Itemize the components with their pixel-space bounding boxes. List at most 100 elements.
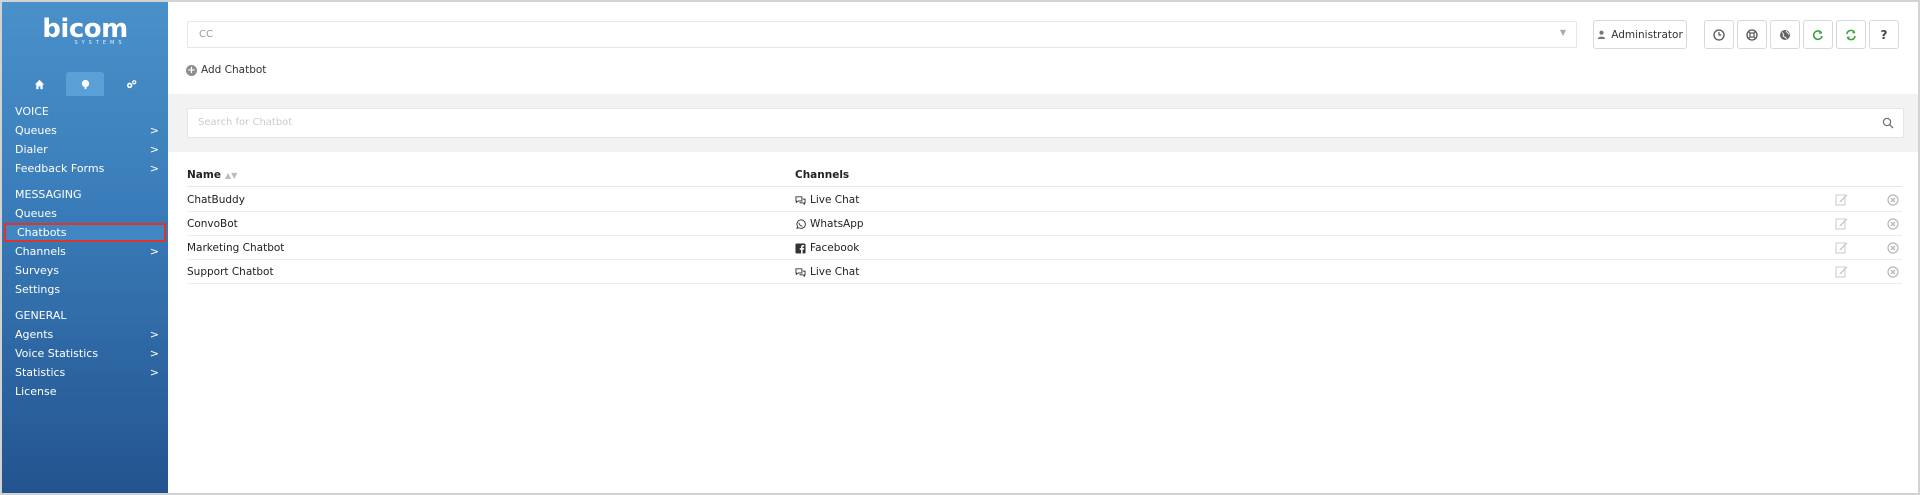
support-button[interactable]	[1737, 20, 1767, 49]
sidebar-item-label: Queues	[15, 207, 57, 220]
sidebar-item-voice-statistics[interactable]: Voice Statistics >	[2, 344, 168, 363]
sidebar-item-label: Feedback Forms	[15, 162, 105, 175]
facebook-icon	[795, 242, 806, 254]
chat-bubbles-icon	[795, 267, 806, 277]
column-name-label: Name	[187, 169, 221, 181]
tab-brain[interactable]	[66, 72, 104, 96]
chatbot-channel: Live Chat	[795, 194, 859, 206]
chatbot-name[interactable]: Support Chatbot	[187, 266, 274, 278]
chatbot-channel: WhatsApp	[795, 218, 864, 230]
logo-word: bicom	[42, 14, 128, 44]
chat-bubbles-icon	[795, 195, 806, 205]
table-row: Support Chatbot Live Chat	[187, 260, 1902, 284]
sidebar-item-statistics[interactable]: Statistics >	[2, 363, 168, 382]
delete-icon[interactable]	[1887, 218, 1899, 230]
edit-icon[interactable]	[1835, 265, 1848, 278]
table-header: Name ▲▼ Channels	[187, 167, 1902, 187]
sidebar: bicom SYSTEMS VOICE Queues > Dialer > Fe…	[2, 2, 168, 493]
user-icon	[1597, 30, 1606, 39]
delete-icon[interactable]	[1887, 242, 1899, 254]
chatbot-channel: Facebook	[795, 242, 859, 254]
logo: bicom SYSTEMS	[2, 16, 168, 46]
edit-icon[interactable]	[1835, 241, 1848, 254]
sidebar-item-label: Surveys	[15, 264, 59, 277]
sync-icon	[1846, 29, 1856, 40]
sidebar-item-chatbots[interactable]: Chatbots	[4, 223, 166, 242]
section-voice: VOICE	[15, 105, 49, 118]
language-button[interactable]	[1770, 20, 1800, 49]
chevron-right-icon: >	[149, 347, 159, 360]
chatbot-name[interactable]: Marketing Chatbot	[187, 242, 284, 254]
sidebar-item-label: Agents	[15, 328, 54, 341]
plus-circle-icon: +	[186, 64, 197, 76]
edit-icon[interactable]	[1835, 217, 1848, 230]
chevron-right-icon: >	[149, 328, 159, 341]
sidebar-item-label: Dialer	[15, 143, 48, 156]
sidebar-item-agents[interactable]: Agents >	[2, 325, 168, 344]
tab-settings[interactable]	[112, 72, 150, 96]
chatbot-channel: Live Chat	[795, 266, 859, 278]
search-band	[168, 94, 1918, 152]
channel-label: Live Chat	[810, 194, 860, 206]
chevron-right-icon: >	[149, 162, 159, 175]
brain-icon	[81, 79, 89, 89]
search-icon[interactable]	[1882, 117, 1894, 129]
channel-label: Facebook	[810, 242, 860, 254]
user-menu-label: Administrator	[1611, 28, 1683, 41]
sidebar-item-license[interactable]: License	[2, 382, 168, 401]
globe-icon	[1780, 29, 1790, 40]
user-menu-button[interactable]: Administrator	[1593, 20, 1687, 49]
home-icon	[34, 79, 44, 89]
clock-button[interactable]	[1704, 20, 1734, 49]
sidebar-item-label: Channels	[15, 245, 66, 258]
sidebar-item-label: Chatbots	[17, 226, 67, 239]
sidebar-nav: VOICE Queues > Dialer > Feedback Forms >…	[2, 102, 168, 401]
sidebar-item-messaging-queues[interactable]: Queues	[2, 204, 168, 223]
channel-label: WhatsApp	[810, 218, 864, 230]
sidebar-item-label: Statistics	[15, 366, 66, 379]
chevron-right-icon: >	[149, 366, 159, 379]
sidebar-tabs	[20, 72, 150, 96]
chatbot-name[interactable]: ConvoBot	[187, 218, 238, 230]
sidebar-item-label: Voice Statistics	[15, 347, 99, 360]
add-chatbot-label: Add Chatbot	[201, 64, 267, 76]
gears-icon	[126, 79, 136, 88]
help-icon: ?	[1880, 27, 1888, 42]
sidebar-item-channels[interactable]: Channels >	[2, 242, 168, 261]
edit-icon[interactable]	[1835, 193, 1848, 206]
tenant-select-value: CC	[199, 29, 213, 40]
search-input[interactable]	[198, 117, 1848, 128]
chevron-right-icon: >	[149, 143, 159, 156]
sidebar-item-feedback-forms[interactable]: Feedback Forms >	[2, 159, 168, 178]
clock-icon	[1713, 28, 1725, 41]
whatsapp-icon	[796, 219, 806, 229]
channel-label: Live Chat	[810, 266, 860, 278]
column-name-header[interactable]: Name ▲▼	[187, 169, 237, 181]
delete-icon[interactable]	[1887, 266, 1899, 278]
sidebar-item-surveys[interactable]: Surveys	[2, 261, 168, 280]
tenant-select[interactable]: CC ▼	[187, 21, 1577, 48]
delete-icon[interactable]	[1887, 194, 1899, 206]
tab-home[interactable]	[20, 72, 58, 96]
search-box	[187, 108, 1904, 138]
add-chatbot-button[interactable]: + Add Chatbot	[186, 64, 266, 76]
sidebar-item-dialer[interactable]: Dialer >	[2, 140, 168, 159]
reload-button[interactable]	[1803, 20, 1833, 49]
lifebuoy-icon	[1746, 28, 1758, 41]
sidebar-item-label: Settings	[15, 283, 61, 296]
column-channels-header: Channels	[795, 169, 850, 181]
section-messaging: MESSAGING	[15, 188, 82, 201]
reload-icon	[1812, 29, 1823, 40]
sidebar-item-voice-queues[interactable]: Queues >	[2, 121, 168, 140]
help-button[interactable]: ?	[1869, 20, 1899, 49]
sort-icon: ▲▼	[224, 171, 238, 180]
sync-button[interactable]	[1836, 20, 1866, 49]
sidebar-item-label: License	[15, 385, 57, 398]
sidebar-item-settings[interactable]: Settings	[2, 280, 168, 299]
chevron-right-icon: >	[149, 245, 159, 258]
chatbot-name[interactable]: ChatBuddy	[187, 194, 245, 206]
caret-down-icon: ▼	[1559, 28, 1566, 37]
sidebar-item-label: Queues	[15, 124, 57, 137]
section-general: GENERAL	[15, 309, 67, 322]
table-row: Marketing Chatbot Facebook	[187, 236, 1902, 260]
